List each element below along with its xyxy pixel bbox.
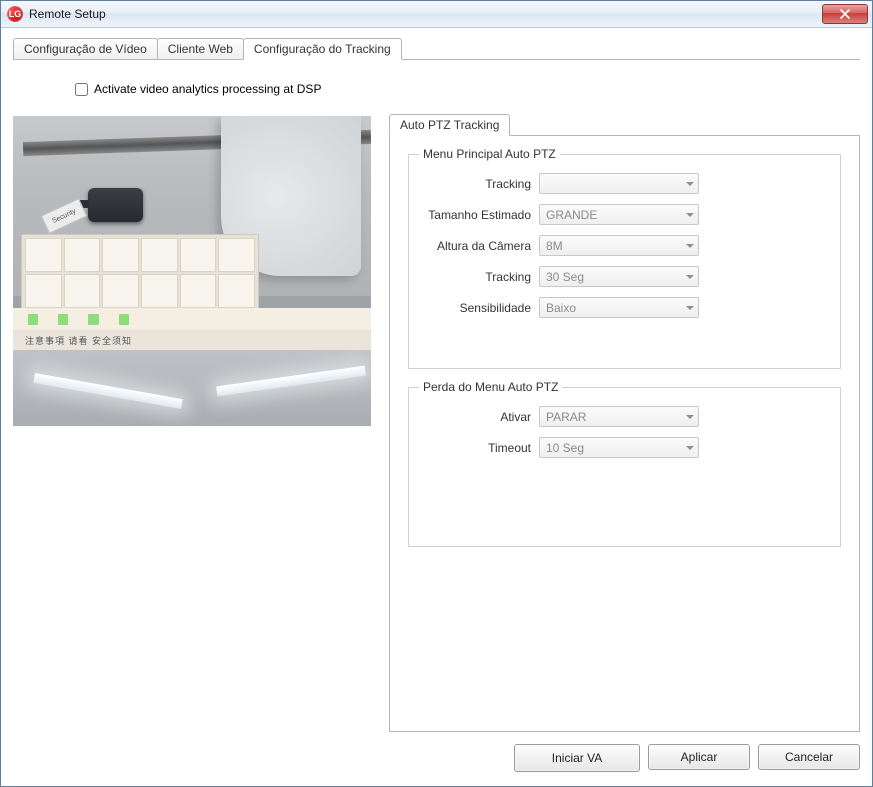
chevron-down-icon xyxy=(686,182,694,186)
label-camera-height: Altura da Câmera xyxy=(423,239,539,253)
label-tracking-duration: Tracking xyxy=(423,270,539,284)
start-va-button[interactable]: Iniciar VA xyxy=(514,744,640,772)
video-preview: Security 注意事項 请看 安全须知 xyxy=(13,116,371,426)
inner-pane: Menu Principal Auto PTZ Tracking Tamanho… xyxy=(389,136,860,732)
row-sensitivity: Sensibilidade Baixo xyxy=(423,297,826,318)
combo-estimated-size[interactable]: GRANDE xyxy=(539,204,699,225)
combo-sensitivity[interactable]: Baixo xyxy=(539,297,699,318)
tab-video-config[interactable]: Configuração de Vídeo xyxy=(13,38,158,60)
row-tracking-duration: Tracking 30 Seg xyxy=(423,266,826,287)
app-icon: LG xyxy=(7,6,23,22)
label-sensitivity: Sensibilidade xyxy=(423,301,539,315)
close-button[interactable] xyxy=(822,4,868,24)
combo-activate-loss[interactable]: PARAR xyxy=(539,406,699,427)
row-timeout: Timeout 10 Seg xyxy=(423,437,826,458)
inner-tabs: Auto PTZ Tracking xyxy=(389,114,860,136)
tab-page-tracking: Activate video analytics processing at D… xyxy=(13,60,860,772)
row-camera-height: Altura da Câmera 8M xyxy=(423,235,826,256)
group-loss-auto-ptz: Perda do Menu Auto PTZ Ativar PARAR Time… xyxy=(408,387,841,547)
remote-setup-window: LG Remote Setup Configuração de Vídeo Cl… xyxy=(0,0,873,787)
activate-analytics-checkbox[interactable] xyxy=(75,83,88,96)
activate-analytics-label: Activate video analytics processing at D… xyxy=(94,82,321,96)
label-tracking-mode: Tracking xyxy=(423,177,539,191)
chevron-down-icon xyxy=(686,244,694,248)
top-tabs: Configuração de Vídeo Cliente Web Config… xyxy=(13,38,860,60)
chevron-down-icon xyxy=(686,213,694,217)
chevron-down-icon xyxy=(686,306,694,310)
window-title: Remote Setup xyxy=(29,7,822,21)
tab-tracking-config[interactable]: Configuração do Tracking xyxy=(243,38,402,60)
label-estimated-size: Tamanho Estimado xyxy=(423,208,539,222)
client-area: Configuração de Vídeo Cliente Web Config… xyxy=(1,28,872,786)
combo-tracking-mode[interactable] xyxy=(539,173,699,194)
left-column: Security 注意事項 请看 安全须知 xyxy=(13,114,371,772)
row-estimated-size: Tamanho Estimado GRANDE xyxy=(423,204,826,225)
close-icon xyxy=(840,9,850,19)
right-column: Auto PTZ Tracking Menu Principal Auto PT… xyxy=(389,114,860,772)
chevron-down-icon xyxy=(686,446,694,450)
action-buttons: Iniciar VA Aplicar Cancelar xyxy=(389,744,860,772)
chevron-down-icon xyxy=(686,275,694,279)
row-activate-loss: Ativar PARAR xyxy=(423,406,826,427)
combo-timeout[interactable]: 10 Seg xyxy=(539,437,699,458)
apply-button[interactable]: Aplicar xyxy=(648,744,750,770)
tab-web-client[interactable]: Cliente Web xyxy=(157,38,244,60)
label-activate-loss: Ativar xyxy=(423,410,539,424)
row-tracking-mode: Tracking xyxy=(423,173,826,194)
label-timeout: Timeout xyxy=(423,441,539,455)
main-columns: Security 注意事項 请看 安全须知 xyxy=(13,114,860,772)
activate-analytics-row[interactable]: Activate video analytics processing at D… xyxy=(75,82,860,96)
tab-auto-ptz-tracking[interactable]: Auto PTZ Tracking xyxy=(389,114,510,136)
combo-tracking-duration[interactable]: 30 Seg xyxy=(539,266,699,287)
chevron-down-icon xyxy=(686,415,694,419)
group-loss-title: Perda do Menu Auto PTZ xyxy=(419,380,562,394)
cancel-button[interactable]: Cancelar xyxy=(758,744,860,770)
combo-camera-height[interactable]: 8M xyxy=(539,235,699,256)
camera-icon xyxy=(88,188,143,222)
group-main-title: Menu Principal Auto PTZ xyxy=(419,147,560,161)
group-main-auto-ptz: Menu Principal Auto PTZ Tracking Tamanho… xyxy=(408,154,841,369)
titlebar: LG Remote Setup xyxy=(1,1,872,28)
